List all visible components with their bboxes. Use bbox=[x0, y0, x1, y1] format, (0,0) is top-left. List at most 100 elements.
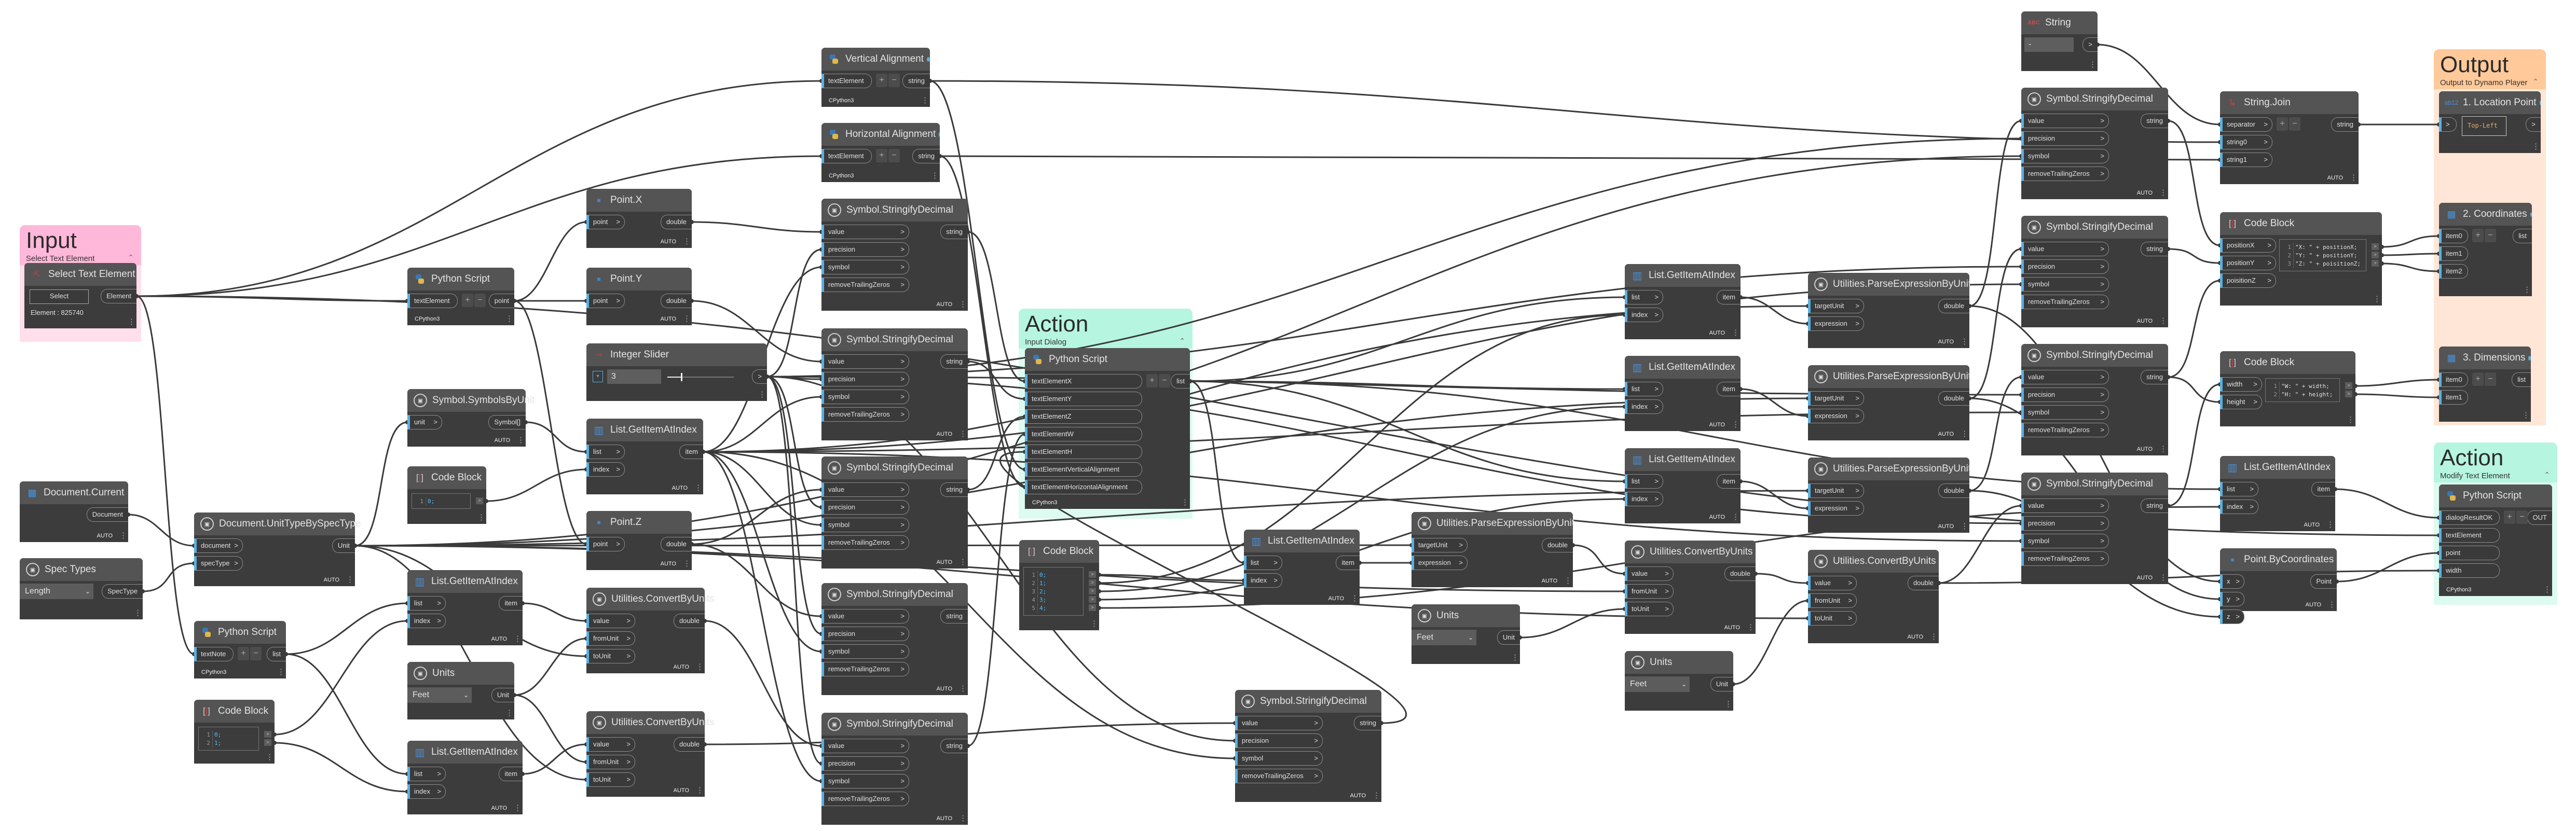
code-editor[interactable]: 1 "X: " + positionX; 2 "Y: " + positionY; 3 "… bbox=[2279, 239, 2366, 271]
add-port-button[interactable]: + bbox=[876, 149, 887, 162]
wire[interactable] bbox=[2168, 120, 2221, 246]
node-code-block[interactable]: [|] Code Block 1 0; > bbox=[407, 466, 486, 524]
input-port-value[interactable]: value > bbox=[1235, 716, 1323, 730]
node-menu-icon[interactable] bbox=[2159, 573, 2167, 582]
remove-port-button[interactable]: − bbox=[888, 74, 900, 87]
node-list-getitematindex[interactable]: ▥ List.GetItemAtIndex list > index > item AUTO bbox=[1625, 356, 1741, 431]
node-header[interactable]: ▣ Units bbox=[407, 662, 514, 685]
wire[interactable] bbox=[514, 638, 587, 696]
output-port-unit[interactable]: Unit bbox=[1497, 630, 1520, 645]
node-utilities-parseexpressionbyunit[interactable]: ▣ Utilities.ParseExpressionByUnit targetUn… bbox=[1808, 273, 1971, 348]
input-port-precision[interactable]: precision > bbox=[2021, 516, 2109, 531]
code-output-port[interactable]: > bbox=[264, 731, 271, 738]
wire[interactable] bbox=[1755, 573, 1808, 584]
node-list-getitematindex[interactable]: ▥ List.GetItemAtIndex list > index > item AUTO bbox=[407, 570, 523, 645]
node-utilities-parseexpressionbyunit[interactable]: ▣ Utilities.ParseExpressionByUnit targetUn… bbox=[1808, 365, 1971, 440]
input-port-value[interactable]: value > bbox=[586, 737, 635, 752]
node-header[interactable]: ▣ Utilities.ConvertByUnits bbox=[1808, 550, 1939, 573]
output-port-item[interactable]: item bbox=[499, 767, 523, 781]
node-menu-icon[interactable] bbox=[1732, 328, 1739, 337]
input-port-removetrailingzeros[interactable]: removeTrailingZeros > bbox=[821, 662, 909, 676]
node-list-getitematindex[interactable]: ▥ List.GetItemAtIndex list > index > item AUTO bbox=[2220, 456, 2335, 531]
node-header[interactable]: ▣ Units bbox=[1625, 651, 1733, 674]
input-port-item2[interactable]: item2 bbox=[2439, 264, 2468, 279]
node-header[interactable]: ▥ List.GetItemAtIndex bbox=[2220, 456, 2335, 479]
input-port-textelementw[interactable]: textElementW bbox=[1025, 427, 1142, 441]
add-port-button[interactable]: + bbox=[1146, 374, 1158, 387]
input-port-string1[interactable]: string1 > bbox=[2220, 153, 2272, 167]
slider-expand-button[interactable]: ▾ bbox=[593, 371, 603, 382]
output-port-symbol[interactable]: Symbol[] bbox=[488, 415, 526, 430]
input-port-value[interactable]: value > bbox=[821, 609, 909, 624]
wire[interactable] bbox=[1189, 296, 1625, 382]
input-port-list[interactable]: list > bbox=[1625, 474, 1663, 489]
node-menu-icon[interactable] bbox=[1090, 619, 1098, 628]
code-output-port[interactable]: > bbox=[2345, 382, 2352, 389]
add-port-button[interactable]: + bbox=[2472, 229, 2484, 242]
code-output-port[interactable]: > bbox=[2372, 260, 2379, 267]
node-list-getitematindex[interactable]: ▥ List.GetItemAtIndex list > index > item AUTO bbox=[1244, 530, 1360, 605]
input-port-list[interactable]: list > bbox=[407, 767, 446, 781]
wire[interactable] bbox=[2355, 393, 2440, 398]
node-header[interactable]: Horizontal Alignment bbox=[821, 123, 940, 146]
node-header[interactable]: ▥ List.GetItemAtIndex bbox=[586, 419, 703, 441]
input-port-fromunit[interactable]: fromUnit > bbox=[1625, 584, 1674, 599]
wire[interactable] bbox=[1189, 380, 1625, 482]
node-menu-icon[interactable] bbox=[2159, 444, 2167, 453]
node-menu-icon[interactable] bbox=[1732, 420, 1739, 429]
input-port-precision[interactable]: precision > bbox=[821, 242, 909, 257]
add-port-button[interactable]: + bbox=[238, 647, 249, 660]
output-port-double[interactable]: double bbox=[1938, 391, 1969, 406]
wire[interactable] bbox=[766, 376, 822, 508]
node-symbol-symbolsbyunit[interactable]: ▣ Symbol.SymbolsByUnit unit > Symbol[] AUTO bbox=[407, 389, 535, 447]
node-header[interactable]: [|] Code Block bbox=[2220, 351, 2355, 374]
input-port-value[interactable]: value > bbox=[1625, 566, 1674, 581]
code-output-port[interactable]: > bbox=[476, 497, 483, 504]
node-code-block[interactable]: [|] Code Block width > height >1 "W: " + width… bbox=[2220, 351, 2355, 426]
output-port-string[interactable]: string bbox=[940, 482, 968, 497]
node-menu-icon[interactable] bbox=[931, 171, 939, 180]
code-output-port[interactable]: > bbox=[1089, 579, 1096, 586]
input-port-value[interactable]: value > bbox=[821, 354, 909, 369]
node-list-getitematindex[interactable]: ▥ List.GetItemAtIndex list > index > item AUTO bbox=[1625, 448, 1741, 523]
node-horizontal-alignment[interactable]: Horizontal Alignment textElement string + − C… bbox=[821, 123, 940, 182]
input-port-symbol[interactable]: symbol > bbox=[821, 644, 909, 659]
input-port-value[interactable]: value > bbox=[2021, 370, 2109, 384]
input-port-textelement[interactable]: textElement bbox=[407, 294, 458, 308]
node-menu-icon[interactable] bbox=[514, 803, 522, 812]
input-port-x[interactable]: x > bbox=[2220, 574, 2244, 589]
node-python-script[interactable]: Python Script dialogResultOK textElement po… bbox=[2439, 484, 2552, 596]
node-vertical-alignment[interactable]: Vertical Alignment textElement string + − CPy… bbox=[821, 48, 930, 107]
node-header[interactable]: ▣ Symbol.SymbolsByUnit bbox=[407, 389, 535, 412]
wire[interactable] bbox=[1969, 248, 2022, 399]
code-editor[interactable]: 1 0; 2 1; bbox=[198, 727, 259, 751]
output-port-string[interactable]: string bbox=[940, 609, 968, 624]
node-1-location-point[interactable]: ab12 1. Location Point > > Top-Left bbox=[2439, 91, 2541, 153]
node-symbol-stringifydecimal[interactable]: ▣ Symbol.StringifyDecimal value > precision >… bbox=[2021, 88, 2168, 199]
input-port-symbol[interactable]: symbol > bbox=[821, 774, 909, 788]
node-header[interactable]: Python Script bbox=[407, 268, 514, 290]
input-port-index[interactable]: index > bbox=[407, 614, 446, 628]
input-port-index[interactable]: index > bbox=[2220, 500, 2258, 514]
unit-dropdown[interactable]: Feet ⌄ bbox=[1625, 676, 1690, 692]
wire[interactable] bbox=[1740, 296, 1808, 325]
output-port-double[interactable]: double bbox=[673, 737, 705, 752]
input-port-removetrailingzeros[interactable]: removeTrailingZeros > bbox=[821, 535, 909, 550]
input-port-list[interactable]: list > bbox=[1625, 290, 1663, 304]
node-integer-slider[interactable]: ⊸ Integer Slider > ▾ 3 bbox=[586, 343, 767, 401]
wire[interactable] bbox=[142, 562, 195, 592]
add-port-button[interactable]: + bbox=[2504, 510, 2515, 524]
wire[interactable] bbox=[285, 653, 408, 775]
node-menu-icon[interactable] bbox=[1747, 622, 1755, 632]
node-menu-icon[interactable] bbox=[959, 813, 967, 823]
node-header[interactable]: ▥ List.GetItemAtIndex bbox=[407, 570, 523, 593]
node-point-bycoordinates[interactable]: ■ Point.ByCoordinates x > y > z > Point AUTO bbox=[2220, 548, 2337, 624]
input-port-width[interactable]: width > bbox=[2220, 377, 2262, 392]
node-header[interactable]: ▦ 3. Dimensions bbox=[2439, 347, 2531, 369]
node-symbol-stringifydecimal[interactable]: ▣ Symbol.StringifyDecimal value > precision >… bbox=[1235, 690, 1381, 802]
output-port-item[interactable]: item bbox=[679, 445, 703, 459]
input-port-positionx[interactable]: positionX > bbox=[2220, 238, 2276, 253]
output-port-string[interactable]: string bbox=[940, 739, 968, 753]
node-menu-icon[interactable] bbox=[696, 785, 704, 795]
node-header[interactable]: [|] Code Block bbox=[2220, 212, 2382, 235]
